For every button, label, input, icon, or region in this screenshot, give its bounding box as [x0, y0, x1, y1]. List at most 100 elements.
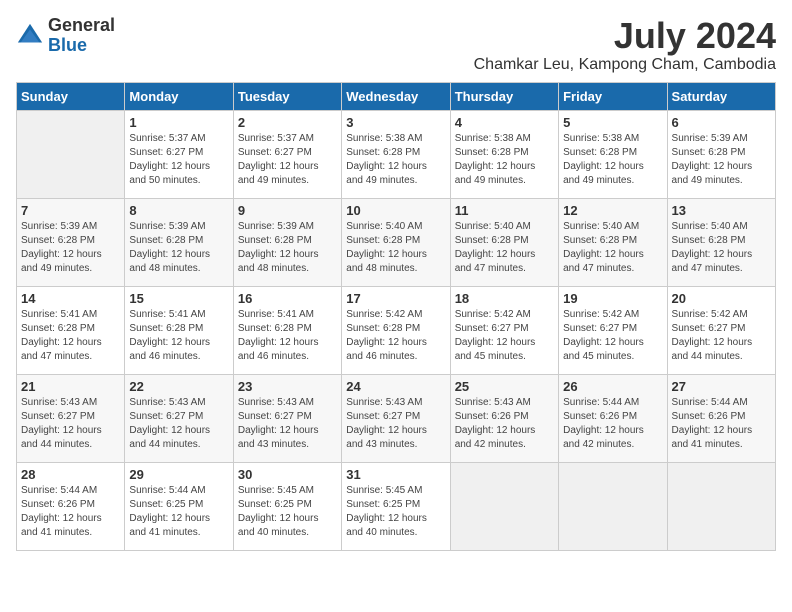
calendar-cell: 20 Sunrise: 5:42 AM Sunset: 6:27 PM Dayl…	[667, 286, 775, 374]
day-sunset: Sunset: 6:27 PM	[21, 411, 95, 422]
weekday-header: Monday	[125, 82, 233, 110]
weekday-header: Saturday	[667, 82, 775, 110]
day-sunrise: Sunrise: 5:38 AM	[455, 133, 531, 144]
day-sunset: Sunset: 6:28 PM	[346, 147, 420, 158]
day-daylight: Daylight: 12 hours and 43 minutes.	[238, 425, 319, 450]
day-daylight: Daylight: 12 hours and 49 minutes.	[21, 249, 102, 274]
day-sunrise: Sunrise: 5:44 AM	[129, 485, 205, 496]
calendar-cell: 3 Sunrise: 5:38 AM Sunset: 6:28 PM Dayli…	[342, 110, 450, 198]
calendar-cell: 8 Sunrise: 5:39 AM Sunset: 6:28 PM Dayli…	[125, 198, 233, 286]
logo-general: General	[48, 15, 115, 35]
day-sunset: Sunset: 6:28 PM	[563, 235, 637, 246]
day-sunset: Sunset: 6:28 PM	[21, 235, 95, 246]
calendar-week-row: 28 Sunrise: 5:44 AM Sunset: 6:26 PM Dayl…	[17, 462, 776, 550]
calendar-cell	[450, 462, 558, 550]
calendar-cell: 23 Sunrise: 5:43 AM Sunset: 6:27 PM Dayl…	[233, 374, 341, 462]
day-sunset: Sunset: 6:28 PM	[455, 147, 529, 158]
day-sunset: Sunset: 6:28 PM	[21, 323, 95, 334]
day-sunset: Sunset: 6:28 PM	[129, 323, 203, 334]
calendar-cell: 28 Sunrise: 5:44 AM Sunset: 6:26 PM Dayl…	[17, 462, 125, 550]
day-number: 20	[672, 291, 771, 306]
calendar-cell: 29 Sunrise: 5:44 AM Sunset: 6:25 PM Dayl…	[125, 462, 233, 550]
day-number: 23	[238, 379, 337, 394]
calendar-cell: 16 Sunrise: 5:41 AM Sunset: 6:28 PM Dayl…	[233, 286, 341, 374]
day-sunrise: Sunrise: 5:39 AM	[129, 221, 205, 232]
day-sunset: Sunset: 6:25 PM	[238, 499, 312, 510]
day-number: 18	[455, 291, 554, 306]
calendar-cell: 24 Sunrise: 5:43 AM Sunset: 6:27 PM Dayl…	[342, 374, 450, 462]
day-number: 1	[129, 115, 228, 130]
day-sunrise: Sunrise: 5:39 AM	[238, 221, 314, 232]
day-sunrise: Sunrise: 5:40 AM	[455, 221, 531, 232]
day-sunrise: Sunrise: 5:41 AM	[129, 309, 205, 320]
day-sunrise: Sunrise: 5:44 AM	[563, 397, 639, 408]
day-number: 12	[563, 203, 662, 218]
day-sunset: Sunset: 6:28 PM	[346, 323, 420, 334]
calendar-cell: 1 Sunrise: 5:37 AM Sunset: 6:27 PM Dayli…	[125, 110, 233, 198]
calendar-cell: 25 Sunrise: 5:43 AM Sunset: 6:26 PM Dayl…	[450, 374, 558, 462]
calendar-cell: 21 Sunrise: 5:43 AM Sunset: 6:27 PM Dayl…	[17, 374, 125, 462]
day-number: 8	[129, 203, 228, 218]
calendar-table: SundayMondayTuesdayWednesdayThursdayFrid…	[16, 82, 776, 551]
day-number: 2	[238, 115, 337, 130]
day-daylight: Daylight: 12 hours and 47 minutes.	[672, 249, 753, 274]
calendar-cell: 4 Sunrise: 5:38 AM Sunset: 6:28 PM Dayli…	[450, 110, 558, 198]
day-daylight: Daylight: 12 hours and 50 minutes.	[129, 161, 210, 186]
weekday-header: Tuesday	[233, 82, 341, 110]
weekday-header: Sunday	[17, 82, 125, 110]
day-sunrise: Sunrise: 5:43 AM	[455, 397, 531, 408]
day-sunrise: Sunrise: 5:37 AM	[238, 133, 314, 144]
day-sunrise: Sunrise: 5:42 AM	[672, 309, 748, 320]
day-sunset: Sunset: 6:27 PM	[672, 323, 746, 334]
day-daylight: Daylight: 12 hours and 49 minutes.	[346, 161, 427, 186]
day-sunset: Sunset: 6:27 PM	[238, 147, 312, 158]
day-daylight: Daylight: 12 hours and 49 minutes.	[563, 161, 644, 186]
day-daylight: Daylight: 12 hours and 45 minutes.	[563, 337, 644, 362]
title-section: July 2024 Chamkar Leu, Kampong Cham, Cam…	[474, 16, 776, 74]
day-sunset: Sunset: 6:26 PM	[563, 411, 637, 422]
day-daylight: Daylight: 12 hours and 42 minutes.	[563, 425, 644, 450]
day-daylight: Daylight: 12 hours and 47 minutes.	[21, 337, 102, 362]
day-sunrise: Sunrise: 5:42 AM	[455, 309, 531, 320]
calendar-cell: 26 Sunrise: 5:44 AM Sunset: 6:26 PM Dayl…	[559, 374, 667, 462]
calendar-cell	[17, 110, 125, 198]
weekday-header: Wednesday	[342, 82, 450, 110]
day-sunset: Sunset: 6:25 PM	[129, 499, 203, 510]
day-number: 3	[346, 115, 445, 130]
day-sunrise: Sunrise: 5:43 AM	[238, 397, 314, 408]
day-daylight: Daylight: 12 hours and 48 minutes.	[238, 249, 319, 274]
day-number: 27	[672, 379, 771, 394]
day-sunset: Sunset: 6:26 PM	[455, 411, 529, 422]
day-daylight: Daylight: 12 hours and 47 minutes.	[563, 249, 644, 274]
calendar-cell: 6 Sunrise: 5:39 AM Sunset: 6:28 PM Dayli…	[667, 110, 775, 198]
day-sunrise: Sunrise: 5:41 AM	[238, 309, 314, 320]
day-sunrise: Sunrise: 5:37 AM	[129, 133, 205, 144]
day-number: 30	[238, 467, 337, 482]
day-number: 25	[455, 379, 554, 394]
day-sunrise: Sunrise: 5:41 AM	[21, 309, 97, 320]
weekday-header-row: SundayMondayTuesdayWednesdayThursdayFrid…	[17, 82, 776, 110]
day-sunset: Sunset: 6:27 PM	[129, 147, 203, 158]
day-daylight: Daylight: 12 hours and 41 minutes.	[672, 425, 753, 450]
day-number: 9	[238, 203, 337, 218]
calendar-cell	[559, 462, 667, 550]
day-sunrise: Sunrise: 5:44 AM	[21, 485, 97, 496]
calendar-cell: 22 Sunrise: 5:43 AM Sunset: 6:27 PM Dayl…	[125, 374, 233, 462]
day-daylight: Daylight: 12 hours and 43 minutes.	[346, 425, 427, 450]
day-daylight: Daylight: 12 hours and 47 minutes.	[455, 249, 536, 274]
weekday-header: Thursday	[450, 82, 558, 110]
day-daylight: Daylight: 12 hours and 45 minutes.	[455, 337, 536, 362]
day-sunset: Sunset: 6:28 PM	[129, 235, 203, 246]
logo: General Blue	[16, 16, 115, 56]
logo-blue: Blue	[48, 35, 87, 55]
day-number: 4	[455, 115, 554, 130]
day-number: 7	[21, 203, 120, 218]
day-sunrise: Sunrise: 5:38 AM	[563, 133, 639, 144]
calendar-week-row: 1 Sunrise: 5:37 AM Sunset: 6:27 PM Dayli…	[17, 110, 776, 198]
day-sunrise: Sunrise: 5:40 AM	[672, 221, 748, 232]
calendar-cell: 13 Sunrise: 5:40 AM Sunset: 6:28 PM Dayl…	[667, 198, 775, 286]
calendar-cell: 30 Sunrise: 5:45 AM Sunset: 6:25 PM Dayl…	[233, 462, 341, 550]
day-sunset: Sunset: 6:27 PM	[563, 323, 637, 334]
day-number: 16	[238, 291, 337, 306]
day-number: 15	[129, 291, 228, 306]
